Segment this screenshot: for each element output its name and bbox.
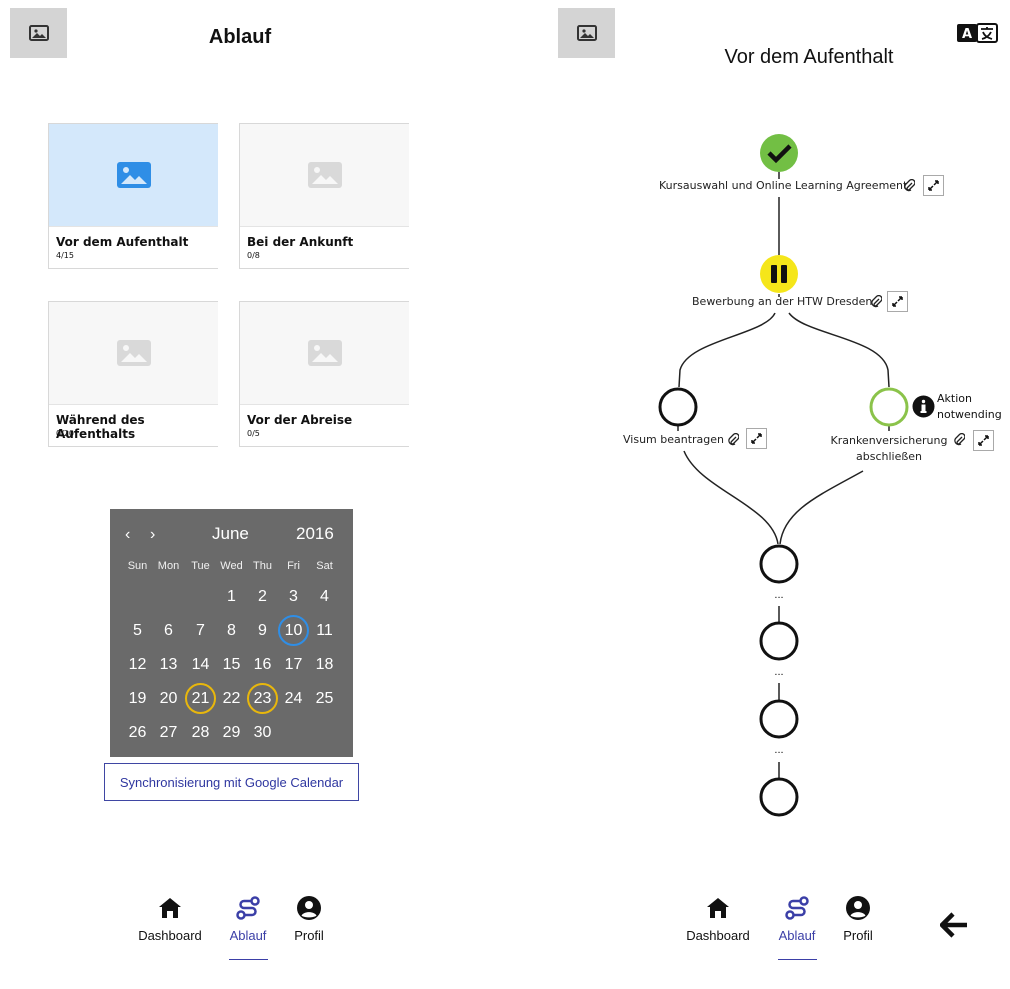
flow-connector xyxy=(678,312,776,388)
nav-label: Profil xyxy=(843,928,873,943)
info-text: Aktion notwending xyxy=(937,391,1002,423)
expand-button[interactable] xyxy=(973,430,994,451)
step-label-kursauswahl[interactable]: Kursauswahl und Online Learning Agreemen… xyxy=(659,179,907,192)
paperclip-icon xyxy=(871,295,882,308)
pause-icon xyxy=(771,265,777,283)
pause-icon xyxy=(781,265,787,283)
step-recommended-marker[interactable] xyxy=(869,387,909,427)
step-done-marker[interactable] xyxy=(760,134,798,172)
step-open-marker[interactable] xyxy=(759,777,799,817)
step-label-bewerbung[interactable]: Bewerbung an der HTW Dresden xyxy=(692,295,872,308)
info-text-line: Aktion xyxy=(937,392,972,405)
flow-connector xyxy=(779,470,864,545)
home-icon xyxy=(707,898,729,918)
expand-icon xyxy=(751,433,762,444)
expand-icon xyxy=(928,180,939,191)
route-icon xyxy=(785,896,809,920)
step-ellipsis: ... xyxy=(774,744,784,756)
step-open-marker[interactable] xyxy=(759,699,799,739)
nav-active-indicator xyxy=(778,959,817,960)
nav-profil[interactable]: Profil xyxy=(818,895,898,943)
nav-dashboard[interactable]: Dashboard xyxy=(678,895,758,943)
info-icon[interactable] xyxy=(912,395,935,418)
step-paused-marker[interactable] xyxy=(760,255,798,293)
expand-icon xyxy=(892,296,903,307)
step-ellipsis: ... xyxy=(774,589,784,601)
paperclip-icon xyxy=(954,433,965,446)
expand-button[interactable] xyxy=(923,175,944,196)
expand-icon xyxy=(978,435,989,446)
paperclip-icon xyxy=(728,433,739,446)
flow-connector xyxy=(683,450,779,545)
expand-button[interactable] xyxy=(746,428,767,449)
paperclip-icon xyxy=(904,179,915,192)
user-circle-icon xyxy=(846,896,870,920)
flow-connector xyxy=(788,312,890,388)
step-label-visum[interactable]: Visum beantragen xyxy=(623,433,724,446)
expand-button[interactable] xyxy=(887,291,908,312)
step-label-krankenversicherung[interactable]: Krankenversicherung abschließen xyxy=(829,433,949,465)
step-open-marker[interactable] xyxy=(658,387,698,427)
back-arrow-icon[interactable] xyxy=(940,912,968,938)
step-ellipsis: ... xyxy=(774,666,784,678)
process-flow xyxy=(658,134,909,817)
info-text-line: notwending xyxy=(937,408,1002,421)
nav-label: Dashboard xyxy=(686,928,750,943)
step-open-marker[interactable] xyxy=(759,544,799,584)
step-open-marker[interactable] xyxy=(759,621,799,661)
